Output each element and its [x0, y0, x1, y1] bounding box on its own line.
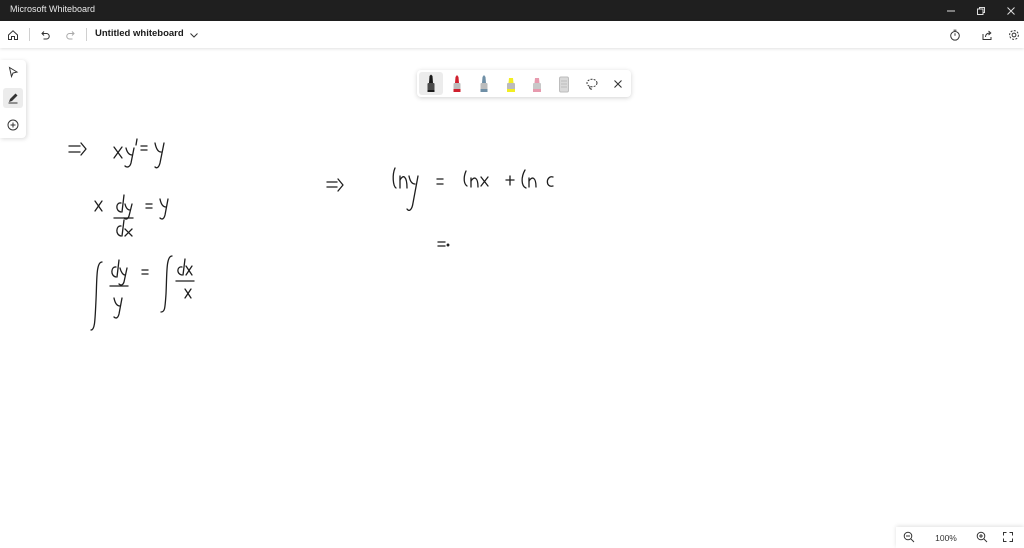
zoom-in-button[interactable]	[972, 527, 992, 547]
zoom-out-button[interactable]	[899, 527, 919, 547]
ink-implies-arrow-2	[326, 178, 344, 192]
divider	[86, 28, 87, 41]
ink-integral-equation	[90, 255, 195, 331]
minimize-button[interactable]	[936, 0, 966, 21]
restore-button[interactable]	[966, 0, 996, 21]
close-icon	[1007, 6, 1015, 15]
app-bar: Untitled whiteboard	[0, 21, 1024, 48]
title-bar: Microsoft Whiteboard	[0, 0, 1024, 21]
undo-icon	[41, 31, 50, 40]
fit-to-screen-button[interactable]	[998, 527, 1018, 547]
timer-button[interactable]	[945, 25, 965, 45]
ink-ln-y-equals-ln-x-plus-ln-c	[392, 167, 554, 211]
redo-icon	[66, 31, 75, 40]
share-button[interactable]	[977, 25, 997, 45]
gear-icon	[1009, 30, 1019, 40]
ink-equals-partial	[437, 241, 450, 247]
share-icon	[982, 30, 992, 40]
redo-button[interactable]	[61, 25, 81, 45]
home-button[interactable]	[3, 25, 23, 45]
zoom-controls: 100%	[896, 527, 1024, 548]
settings-button[interactable]	[1004, 25, 1024, 45]
title-dropdown-button[interactable]	[184, 25, 204, 45]
fit-screen-icon	[1003, 532, 1013, 542]
home-icon	[8, 30, 18, 40]
timer-icon	[950, 29, 960, 41]
ink-implies-arrow-1	[68, 142, 87, 156]
divider	[29, 28, 30, 41]
zoom-in-icon	[976, 531, 988, 543]
minimize-icon	[947, 10, 955, 11]
zoom-level[interactable]: 100%	[932, 533, 960, 543]
window-title: Microsoft Whiteboard	[10, 4, 96, 14]
document-title[interactable]: Untitled whiteboard	[95, 28, 184, 39]
restore-icon	[977, 6, 985, 15]
ink-xy-prime-equals-y	[113, 138, 165, 169]
close-window-button[interactable]	[996, 0, 1024, 21]
zoom-out-icon	[903, 531, 915, 543]
undo-button[interactable]	[35, 25, 55, 45]
chevron-down-icon	[190, 33, 198, 38]
whiteboard-canvas[interactable]	[0, 48, 1024, 548]
ink-x-dy-over-dx-equals-y	[94, 194, 169, 237]
